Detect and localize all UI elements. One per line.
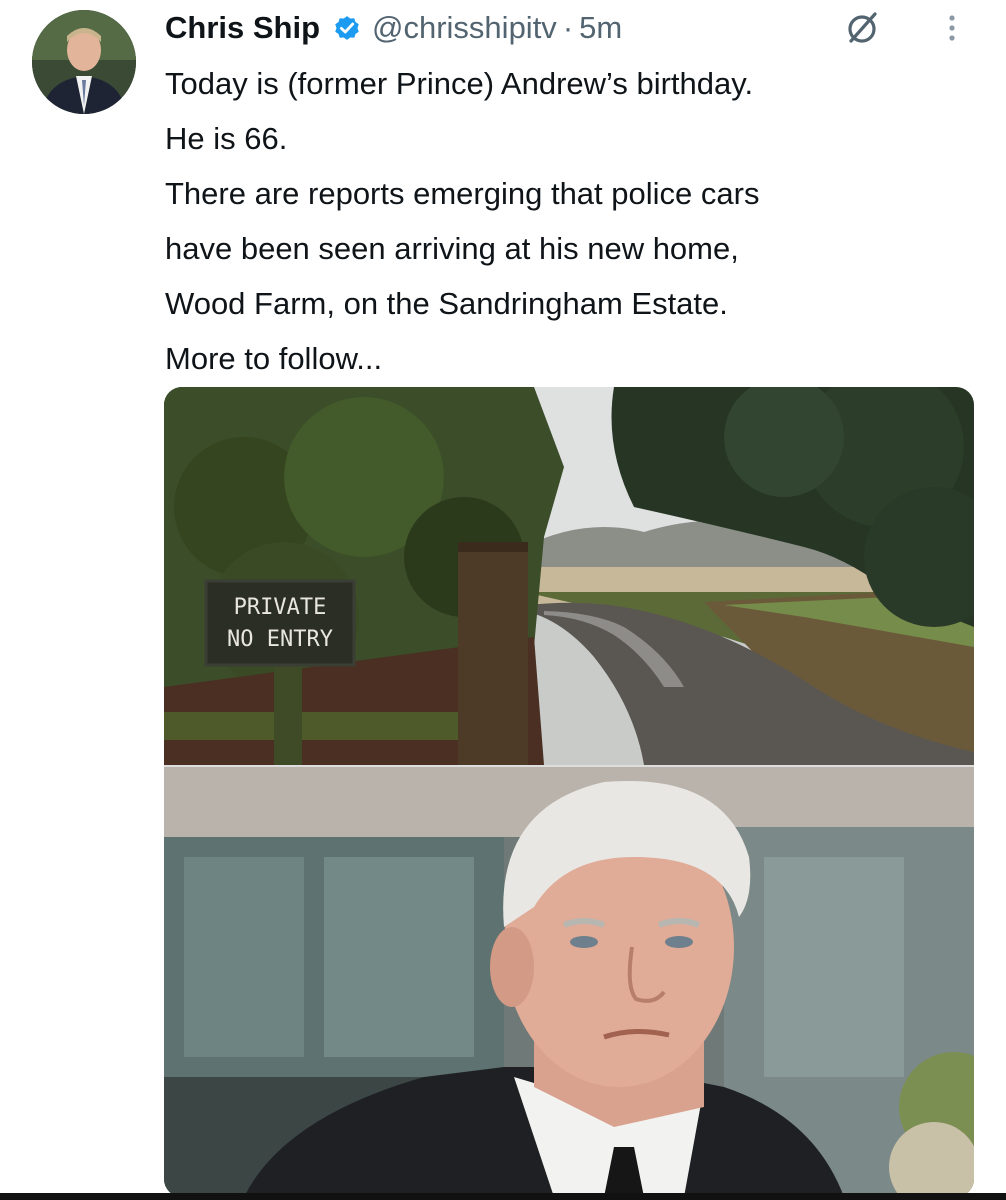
portrait-photo xyxy=(164,767,974,1197)
tweet-line: He is 66. xyxy=(165,121,288,156)
tweet-line: More to follow... xyxy=(165,341,383,376)
tweet-line: Wood Farm, on the Sandringham Estate. xyxy=(165,286,728,321)
tweet-line: Today is (former Prince) Andrew’s birthd… xyxy=(165,66,754,101)
tweet-media[interactable]: PRIVATE NO ENTRY xyxy=(164,387,974,1197)
road-photo: PRIVATE NO ENTRY xyxy=(164,387,974,765)
tweet-line: There are reports emerging that police c… xyxy=(165,176,760,211)
author-handle[interactable]: @chrisshipitv xyxy=(372,10,557,46)
tweet-text: Today is (former Prince) Andrew’s birthd… xyxy=(165,56,965,386)
media-photo: PRIVATE NO ENTRY xyxy=(164,387,974,1197)
author-name[interactable]: Chris Ship xyxy=(165,10,320,46)
more-options-icon[interactable] xyxy=(940,8,964,48)
grok-icon[interactable] xyxy=(842,8,882,48)
avatar-image xyxy=(32,10,136,114)
verified-badge-icon xyxy=(332,13,362,43)
separator-dot: · xyxy=(562,10,574,45)
tweet-line: have been seen arriving at his new home, xyxy=(165,231,739,266)
sign-line-1: PRIVATE xyxy=(234,595,327,620)
bottom-edge-bar xyxy=(0,1193,1006,1200)
sign-line-2: NO ENTRY xyxy=(227,627,333,652)
author-avatar[interactable] xyxy=(32,10,136,114)
timestamp[interactable]: 5m xyxy=(579,10,622,46)
